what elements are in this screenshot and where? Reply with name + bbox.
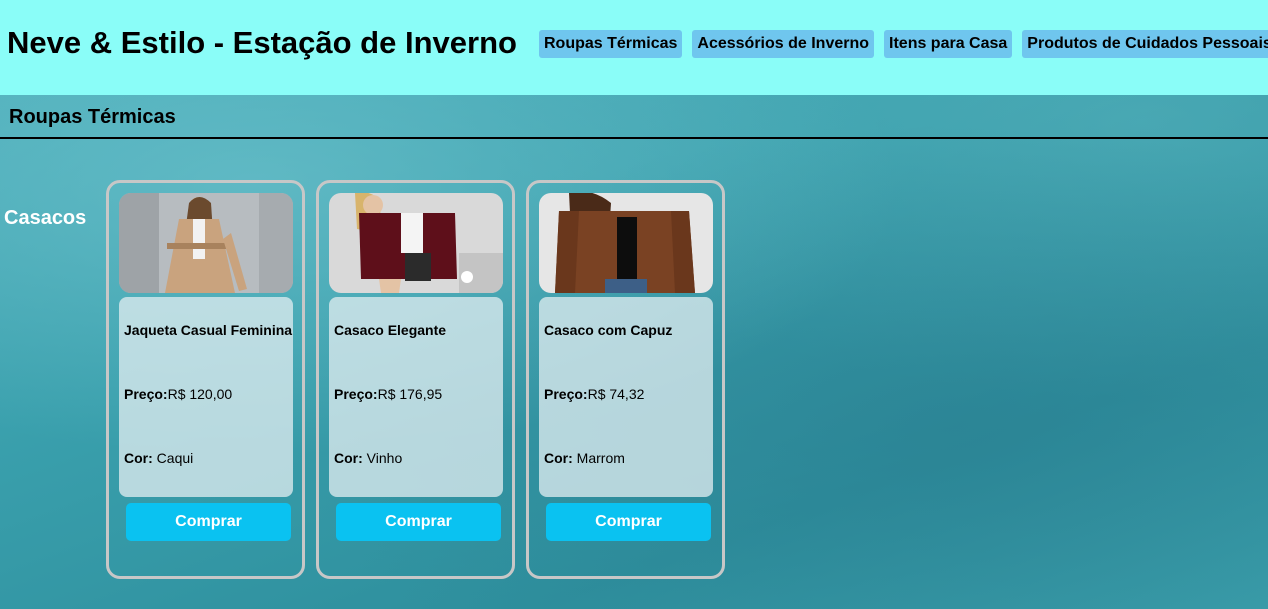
buy-button[interactable]: Comprar [126, 503, 291, 541]
product-color: Cor: Marrom [544, 450, 625, 466]
price-label: Preço: [544, 386, 588, 402]
product-image [329, 193, 503, 293]
site-title: Neve & Estilo - Estação de Inverno [7, 25, 517, 60]
product-image [539, 193, 713, 293]
color-label: Cor: [544, 450, 573, 466]
product-info: Casaco com Capuz Preço:R$ 74,32 Cor: Mar… [539, 297, 713, 497]
main-nav: Roupas Térmicas Acessórios de Inverno It… [539, 30, 1268, 58]
price-label: Preço: [124, 386, 168, 402]
nav-roupas-termicas[interactable]: Roupas Térmicas [539, 30, 683, 58]
section-header: Roupas Térmicas [0, 95, 1268, 139]
nav-cuidados-pessoais[interactable]: Produtos de Cuidados Pessoais [1022, 30, 1268, 58]
nav-itens-para-casa[interactable]: Itens para Casa [884, 30, 1013, 58]
color-label: Cor: [334, 450, 363, 466]
product-info: Casaco Elegante Preço:R$ 176,95 Cor: Vin… [329, 297, 503, 497]
site-header: Neve & Estilo - Estação de Inverno Roupa… [0, 0, 1268, 95]
product-color: Cor: Vinho [334, 450, 402, 466]
product-card: Casaco Elegante Preço:R$ 176,95 Cor: Vin… [316, 180, 515, 579]
category-title: Casacos [4, 207, 87, 229]
product-card: Jaqueta Casual Feminina Preço:R$ 120,00 … [106, 180, 305, 579]
buy-button[interactable]: Comprar [546, 503, 711, 541]
price-label: Preço: [334, 386, 378, 402]
color-value: Marrom [576, 450, 625, 466]
price-value: R$ 74,32 [587, 386, 645, 402]
price-value: R$ 176,95 [377, 386, 443, 402]
product-card: Casaco com Capuz Preço:R$ 74,32 Cor: Mar… [526, 180, 725, 579]
product-price: Preço:R$ 120,00 [124, 386, 232, 402]
product-info: Jaqueta Casual Feminina Preço:R$ 120,00 … [119, 297, 293, 497]
product-price: Preço:R$ 74,32 [544, 386, 644, 402]
buy-button[interactable]: Comprar [336, 503, 501, 541]
product-price: Preço:R$ 176,95 [334, 386, 442, 402]
section-title: Roupas Térmicas [9, 106, 176, 128]
product-name: Casaco com Capuz [544, 322, 673, 338]
product-name: Jaqueta Casual Feminina [124, 322, 293, 338]
product-color: Cor: Caqui [124, 450, 193, 466]
product-image [119, 193, 293, 293]
price-value: R$ 120,00 [167, 386, 233, 402]
color-label: Cor: [124, 450, 153, 466]
nav-acessorios-de-inverno[interactable]: Acessórios de Inverno [692, 30, 875, 58]
color-value: Vinho [366, 450, 403, 466]
product-name: Casaco Elegante [334, 322, 447, 338]
color-value: Caqui [156, 450, 194, 466]
